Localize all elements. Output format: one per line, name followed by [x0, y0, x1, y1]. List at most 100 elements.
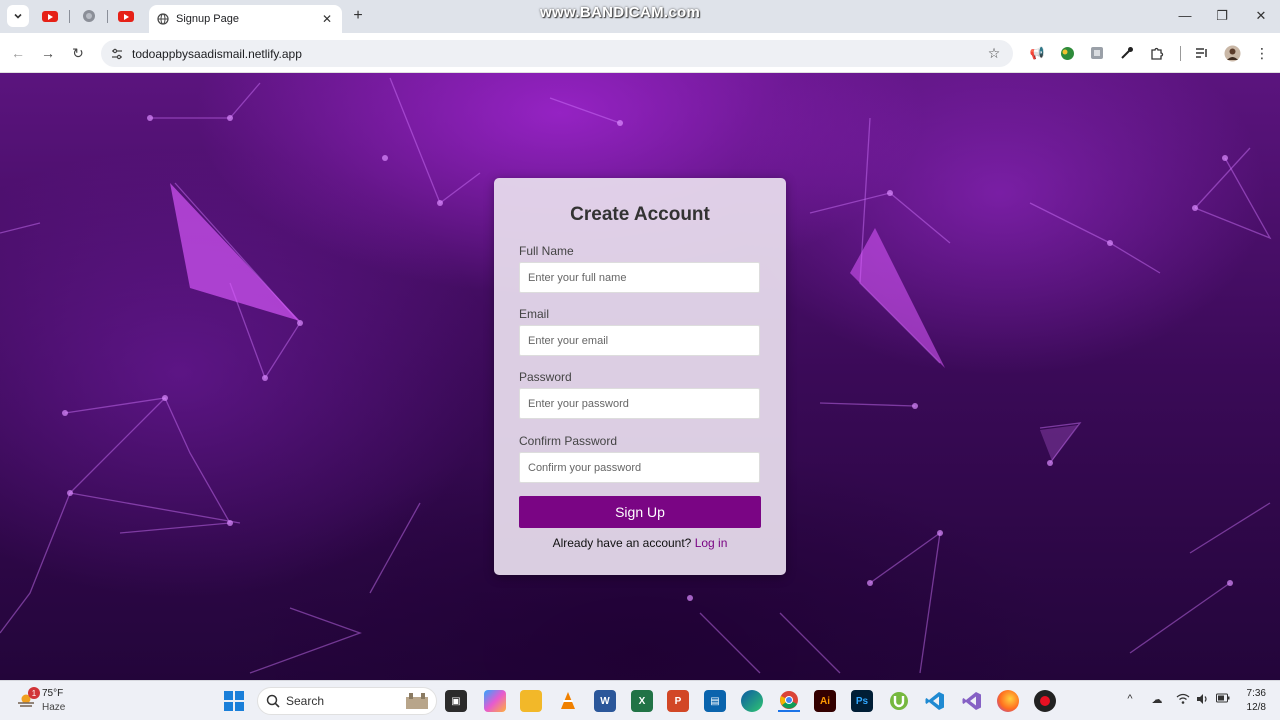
- vscode-app[interactable]: [924, 690, 946, 712]
- visual-studio-icon: [962, 692, 981, 710]
- tune-icon: [112, 48, 122, 59]
- tab-search-button[interactable]: [7, 5, 29, 27]
- clock-time: 7:36: [1246, 688, 1266, 699]
- star-icon: ☆: [987, 45, 1001, 61]
- tab-separator: [107, 10, 108, 23]
- media-control-button[interactable]: [1193, 44, 1211, 62]
- pinned-tab-youtube-2[interactable]: [117, 8, 135, 24]
- close-icon: ✕: [321, 12, 333, 26]
- cloud-icon: ☁: [1151, 694, 1163, 706]
- confirm-password-input[interactable]: [519, 452, 760, 483]
- word-icon: W: [600, 695, 610, 707]
- edge-app[interactable]: [741, 690, 763, 712]
- restore-icon: ❐: [1216, 8, 1228, 23]
- extension-button[interactable]: [1088, 44, 1106, 62]
- playlist-icon: [1196, 48, 1207, 58]
- eyedropper-icon: [1121, 47, 1133, 59]
- signup-card: Create Account Full Name Email Password …: [494, 178, 786, 575]
- reload-button[interactable]: ↻: [68, 43, 88, 63]
- back-button[interactable]: ←: [8, 43, 28, 63]
- store-app[interactable]: ▤: [704, 690, 726, 712]
- excel-app[interactable]: X: [631, 690, 653, 712]
- system-clock[interactable]: 7:36 12/8: [1236, 687, 1266, 715]
- confirm-password-label: Confirm Password: [519, 434, 618, 448]
- file-explorer-app[interactable]: [520, 690, 542, 712]
- wifi-icon: [1176, 693, 1190, 704]
- megaphone-icon: 📢: [1029, 46, 1045, 60]
- close-icon: ✕: [1255, 8, 1267, 23]
- plus-icon: +: [353, 7, 363, 24]
- vscode-icon: [925, 692, 944, 710]
- task-view-button[interactable]: ▣: [445, 690, 467, 712]
- extensions-menu-button[interactable]: [1148, 44, 1166, 62]
- record-icon: [1040, 696, 1050, 706]
- wifi-status[interactable]: [1175, 693, 1191, 708]
- email-input[interactable]: [519, 325, 760, 356]
- visual-studio-app[interactable]: [961, 690, 983, 712]
- show-hidden-icons-button[interactable]: ^: [1122, 693, 1138, 705]
- taskbar-search[interactable]: Search: [257, 687, 437, 715]
- battery-status[interactable]: [1215, 693, 1231, 706]
- utorrent-icon: [890, 692, 908, 710]
- extension-button[interactable]: [1058, 44, 1076, 62]
- extension-button[interactable]: [1118, 44, 1136, 62]
- powerpoint-icon: P: [674, 695, 682, 707]
- tab-separator: [69, 10, 70, 23]
- address-bar[interactable]: todoappbysaadismail.netlify.app ☆: [101, 40, 1013, 67]
- url-text: todoappbysaadismail.netlify.app: [132, 46, 302, 61]
- pinned-tab-youtube-1[interactable]: [41, 8, 59, 24]
- task-view-icon: ▣: [451, 695, 461, 707]
- close-window-button[interactable]: ✕: [1251, 8, 1271, 24]
- minimize-button[interactable]: —: [1175, 8, 1195, 23]
- search-icon: [266, 694, 280, 708]
- profile-avatar-button[interactable]: [1223, 44, 1241, 62]
- utorrent-app[interactable]: [888, 690, 910, 712]
- start-button[interactable]: [224, 691, 244, 711]
- arrow-right-icon: →: [41, 45, 55, 61]
- onedrive-status[interactable]: ☁: [1149, 693, 1165, 706]
- globe-icon: [83, 10, 95, 22]
- youtube-icon: [118, 10, 134, 22]
- recording-watermark: www.BANDICAM.com: [540, 4, 701, 21]
- volume-status[interactable]: [1195, 693, 1211, 708]
- password-label: Password: [519, 370, 572, 384]
- bandicam-app[interactable]: [1034, 690, 1056, 712]
- vlc-cone-icon: [561, 692, 575, 709]
- weather-temperature: 75°F: [42, 688, 64, 699]
- full-name-input[interactable]: [519, 262, 760, 293]
- globe-icon: [157, 13, 169, 25]
- windows-taskbar: 1 75°F Haze Search ▣ W X P ▤ Ai Ps ^ ☁ 7…: [0, 680, 1280, 720]
- firefox-app[interactable]: [997, 690, 1019, 712]
- battery-icon: [1216, 693, 1230, 703]
- weather-widget[interactable]: 1 75°F Haze: [14, 687, 74, 717]
- browser-tab-bar: Signup Page ✕ + www.BANDICAM.com — ❐ ✕: [0, 0, 1280, 33]
- extension-button[interactable]: 📢: [1028, 44, 1046, 62]
- speaker-icon: [1197, 694, 1207, 704]
- pinned-tab-site[interactable]: [80, 8, 98, 24]
- email-label: Email: [519, 307, 550, 321]
- browser-menu-button[interactable]: ⋮: [1253, 44, 1271, 62]
- form-title: Create Account: [570, 204, 710, 225]
- photoshop-app[interactable]: Ps: [851, 690, 873, 712]
- site-info-button[interactable]: [109, 46, 125, 62]
- browser-toolbar: ← → ↻ todoappbysaadismail.netlify.app ☆ …: [0, 33, 1280, 73]
- chrome-icon: [780, 691, 798, 709]
- forward-button[interactable]: →: [38, 43, 58, 63]
- bookmark-button[interactable]: ☆: [985, 45, 1003, 63]
- tab-signup-page[interactable]: Signup Page ✕: [149, 5, 342, 33]
- tab-title: Signup Page: [176, 13, 239, 25]
- restore-button[interactable]: ❐: [1212, 8, 1232, 24]
- powerpoint-app[interactable]: P: [667, 690, 689, 712]
- illustrator-icon: Ai: [820, 695, 830, 707]
- chrome-app-active[interactable]: [778, 690, 800, 712]
- vlc-app[interactable]: [557, 690, 579, 712]
- word-app[interactable]: W: [594, 690, 616, 712]
- login-link[interactable]: Log in: [695, 536, 728, 550]
- close-tab-button[interactable]: ✕: [318, 10, 336, 28]
- new-tab-button[interactable]: +: [349, 7, 367, 25]
- copilot-app[interactable]: [484, 690, 506, 712]
- illustrator-app[interactable]: Ai: [814, 690, 836, 712]
- password-input[interactable]: [519, 388, 760, 419]
- sign-up-button[interactable]: Sign Up: [519, 496, 761, 528]
- weather-condition: Haze: [42, 702, 66, 713]
